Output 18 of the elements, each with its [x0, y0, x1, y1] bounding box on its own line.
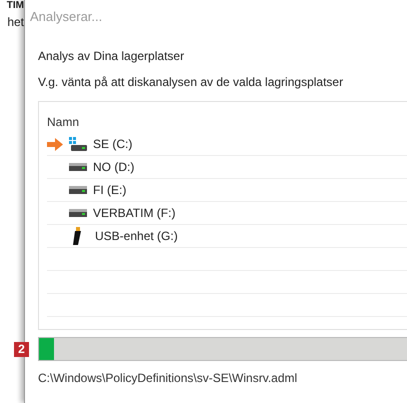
drive-name[interactable]: USB-enhet (G:) — [95, 229, 178, 243]
drive-icon — [69, 209, 87, 217]
drive-name[interactable]: NO (D:) — [93, 160, 134, 174]
background-text: het — [7, 15, 24, 29]
window-title: Analyserar... — [30, 9, 104, 26]
message-text: V.g. vänta på att diskanalysen av de valda lagringsplatser — [38, 75, 344, 89]
step-badge: 2 — [14, 342, 29, 356]
drive-name[interactable]: VERBATIM (F:) — [93, 206, 176, 220]
drive-icon — [69, 186, 87, 194]
file-path: C:\Windows\PolicyDefinitions\sv-SE\Winsrv.adml — [38, 371, 298, 385]
system-drive-icon — [69, 137, 87, 151]
drive-icon — [69, 163, 87, 171]
drive-name[interactable]: FI (E:) — [93, 183, 126, 197]
heading: Analys av Dina lagerplatser — [38, 49, 186, 63]
column-header: Namn — [47, 114, 80, 131]
background-text: TIM — [6, 0, 24, 11]
drive-name[interactable]: SE (C:) — [93, 137, 132, 151]
usb-drive-icon — [71, 227, 83, 245]
